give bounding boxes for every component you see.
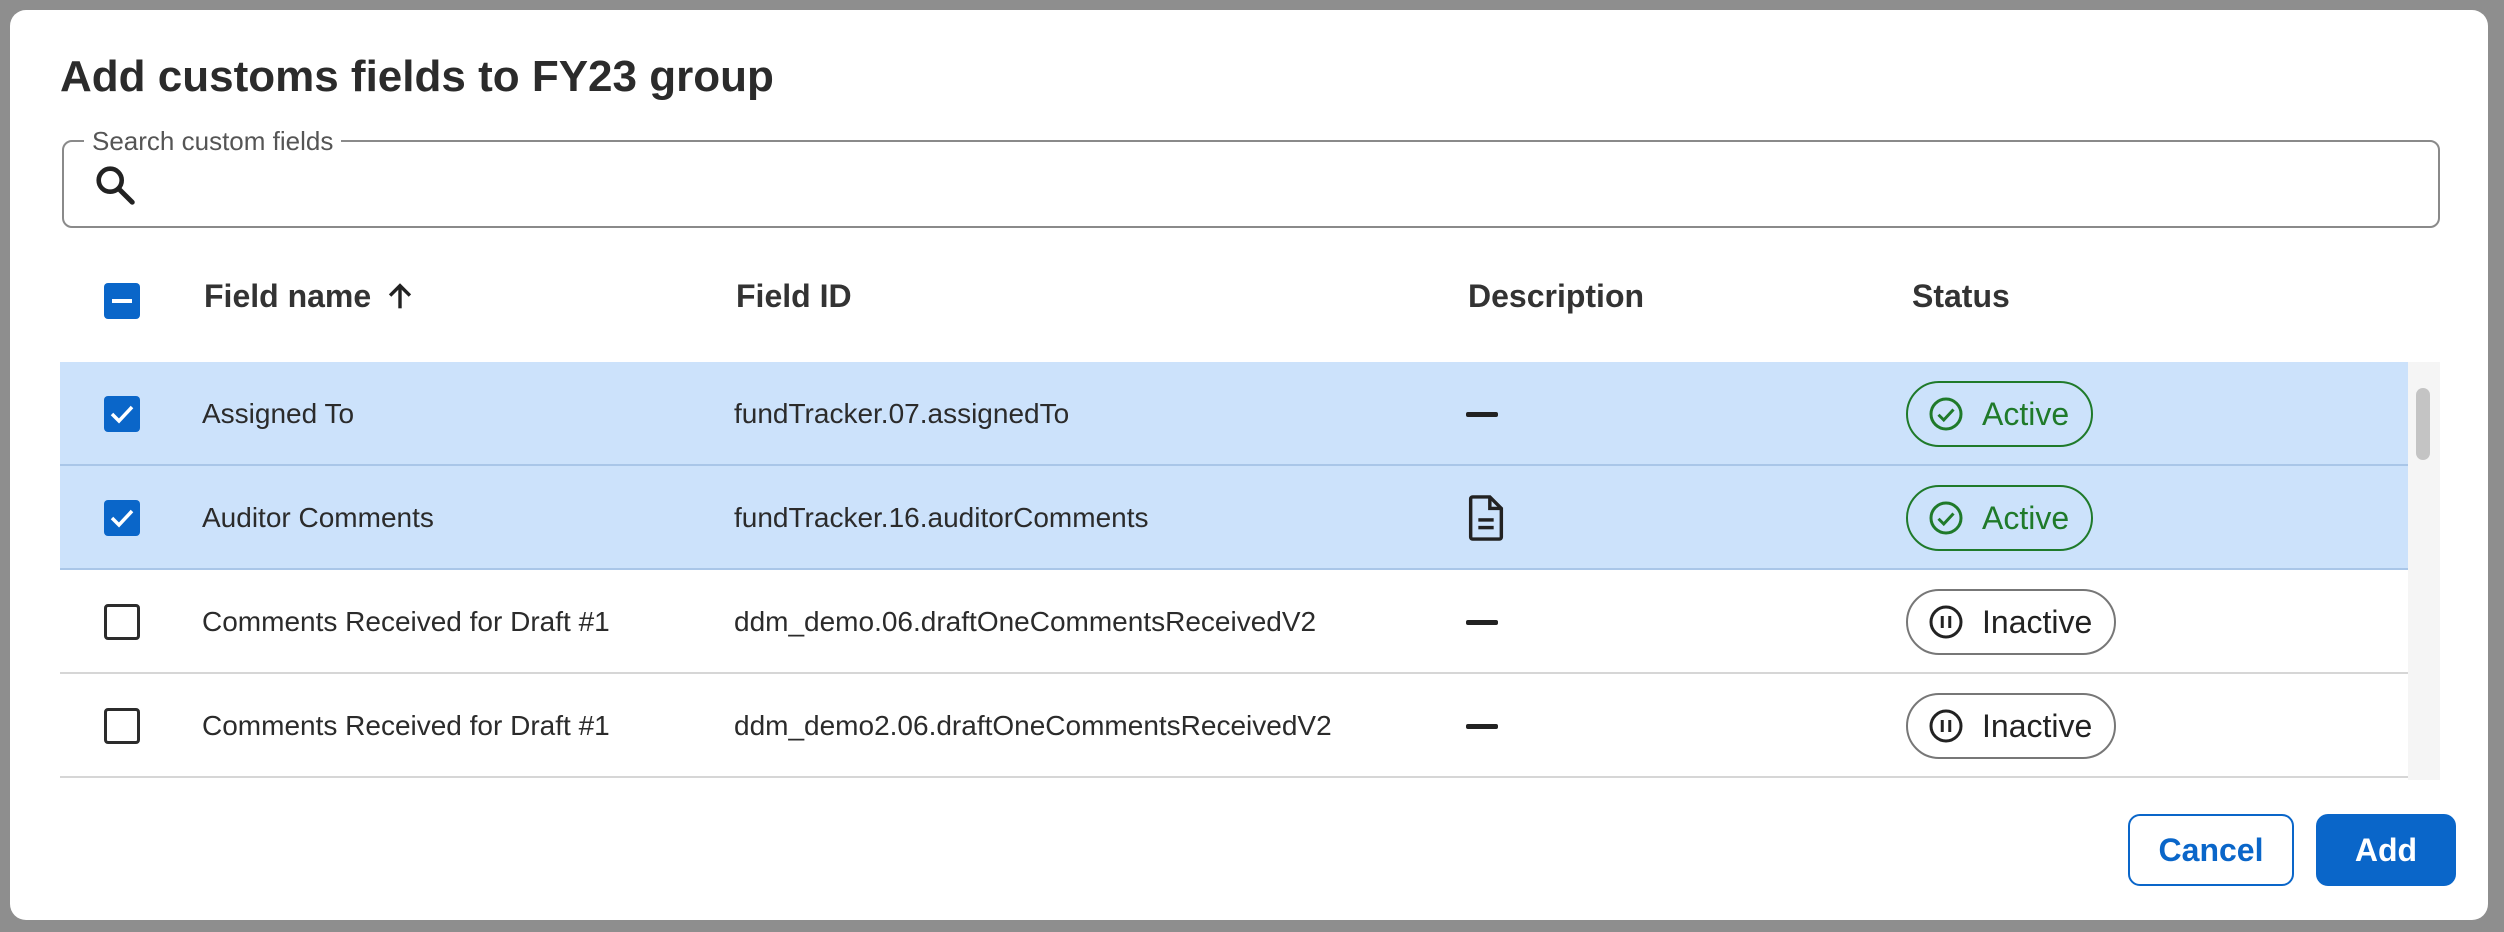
field-name: Comments Received for Draft #1 [202,710,610,741]
dash-icon [1466,723,1498,729]
select-all-checkbox[interactable] [104,283,140,319]
check-circle-icon [1929,501,1963,535]
field-name: Auditor Comments [202,502,434,533]
checkmark-icon [110,509,134,528]
table-row[interactable]: Comments Received for Draft #1 ddm_demo.… [60,570,2408,674]
check-circle-icon [1929,397,1963,431]
checkmark-icon [110,405,134,424]
row-checkbox[interactable] [104,708,140,744]
table-scrollbar[interactable] [2408,362,2440,780]
status-label: Inactive [1982,603,2093,640]
field-name: Assigned To [202,398,355,429]
description-cell [1466,674,1498,778]
pause-circle-icon [1929,605,1963,639]
table-header: Field name Field ID Description Status [60,240,2440,364]
status-cell: Inactive [1906,674,2117,778]
document-icon[interactable] [1466,495,1506,541]
cancel-button[interactable]: Cancel [2128,814,2294,886]
status-badge: Active [1906,381,2094,447]
dialog-title: Add customs fields to FY23 group [60,52,774,101]
table-row[interactable]: Assigned To fundTracker.07.assignedTo Ac… [60,362,2408,466]
column-header-label: Field name [204,278,372,314]
field-id: fundTracker.07.assignedTo [734,398,1070,429]
add-button[interactable]: Add [2316,814,2456,886]
status-cell: Active [1906,466,2094,570]
status-label: Inactive [1982,707,2093,744]
table-row[interactable]: Auditor Comments fundTracker.16.auditorC… [60,466,2408,570]
field-id: ddm_demo.06.draftOneCommentsReceivedV2 [734,606,1317,637]
field-id: fundTracker.16.auditorComments [734,502,1149,533]
dash-icon [1466,411,1498,417]
add-custom-fields-dialog: Add customs fields to FY23 group Search … [10,10,2488,920]
status-label: Active [1982,499,2070,536]
minus-icon [112,299,132,303]
field-name: Comments Received for Draft #1 [202,606,610,637]
description-cell[interactable] [1466,466,1506,570]
row-checkbox[interactable] [104,396,140,432]
scrollbar-thumb[interactable] [2416,388,2430,460]
dash-icon [1466,619,1498,625]
search-field[interactable]: Search custom fields [62,126,2440,228]
status-badge: Active [1906,485,2094,551]
pause-circle-icon [1929,709,1963,743]
column-header-status[interactable]: Status [1912,278,2010,315]
status-cell: Active [1906,362,2094,466]
field-id: ddm_demo2.06.draftOneCommentsReceivedV2 [734,710,1332,741]
status-badge: Inactive [1906,589,2117,655]
table-row[interactable]: Comments Received for Draft #1 ddm_demo2… [60,674,2408,778]
column-header-description[interactable]: Description [1468,278,1644,315]
column-header-field-id[interactable]: Field ID [736,278,852,315]
description-cell [1466,362,1498,466]
description-cell [1466,570,1498,674]
search-icon [96,166,135,205]
status-cell: Inactive [1906,570,2117,674]
search-input[interactable] [164,152,2418,216]
row-checkbox[interactable] [104,604,140,640]
table-body: Assigned To fundTracker.07.assignedTo Ac… [60,362,2440,780]
row-checkbox[interactable] [104,500,140,536]
status-badge: Inactive [1906,693,2117,759]
column-header-field-name[interactable]: Field name [204,278,417,315]
status-label: Active [1982,395,2070,432]
arrow-up-icon [389,282,412,308]
